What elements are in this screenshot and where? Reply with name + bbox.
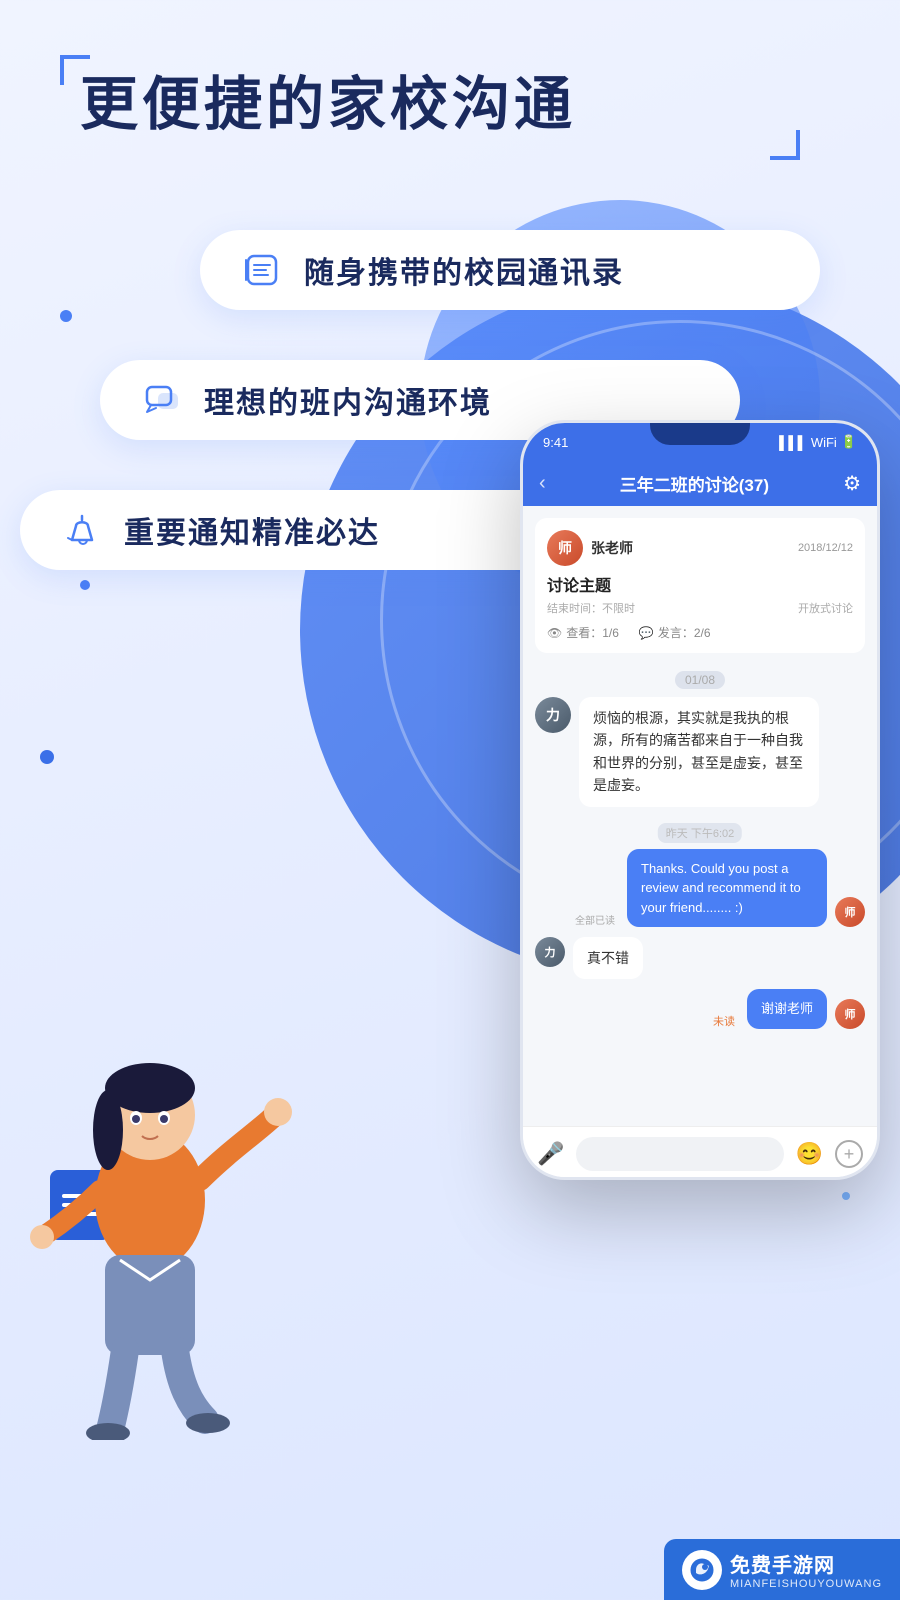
- signal-icon: ▌▌▌: [779, 435, 807, 450]
- contacts-icon: [240, 248, 284, 292]
- chat-content: 师 张老师 2018/12/12 讨论主题 结束时间：不限时 开放式讨论 👁 查…: [523, 506, 877, 1126]
- unread-label: 未读: [713, 1013, 735, 1029]
- teacher-msg-card: 师 张老师 2018/12/12 讨论主题 结束时间：不限时 开放式讨论 👁 查…: [535, 518, 865, 653]
- phone-frame: 9:41 ▌▌▌ WiFi 🔋 ‹ 三年二班的讨论(37) ⚙ 师 张老师 20…: [520, 420, 880, 1180]
- phone-container: 9:41 ▌▌▌ WiFi 🔋 ‹ 三年二班的讨论(37) ⚙ 师 张老师 20…: [520, 420, 880, 1180]
- chat-icon-small: 💬: [639, 626, 654, 640]
- sender-avatar-right-2: 师: [835, 999, 865, 1029]
- battery-icon: 🔋: [841, 434, 857, 450]
- discussion-type: 开放式讨论: [798, 600, 853, 616]
- ali-left-msg: 力 烦恼的根源，其实就是我执的根源，所有的痛苦都来自于一种自我和世界的分别，甚至…: [535, 697, 865, 807]
- person-illustration: [0, 1040, 300, 1440]
- watermark: 免费手游网 MIANFEISHOUYOUWANG: [664, 1539, 900, 1600]
- feature-notice-text: 重要通知精准必达: [124, 508, 380, 552]
- chat-title: 三年二班的讨论(37): [620, 471, 769, 496]
- feature-pill-contacts: 随身携带的校园通讯录: [200, 230, 820, 310]
- chat-input-field[interactable]: [576, 1137, 783, 1171]
- msg-date: 2018/12/12: [798, 542, 853, 554]
- ali-avatar: 力: [535, 697, 571, 733]
- send-stat: 💬 发言：2/6: [639, 624, 711, 641]
- dot-1: [60, 310, 72, 322]
- back-arrow-icon[interactable]: ‹: [539, 472, 546, 495]
- right-unread-msg: 未读 谢谢老师 师: [535, 989, 865, 1029]
- msg-stats: 👁 查看：1/6 💬 发言：2/6: [547, 624, 853, 641]
- wifi-icon: WiFi: [811, 435, 837, 450]
- msg-header: 师 张老师 2018/12/12: [547, 530, 853, 566]
- title-bracket-br: [770, 130, 800, 160]
- read-status: 全部已读: [575, 912, 615, 927]
- teacher-name: 张老师: [591, 538, 633, 558]
- main-title: 更便捷的家校沟通: [80, 70, 576, 140]
- unread-bubble: 谢谢老师: [747, 989, 827, 1029]
- chat-icon: [140, 378, 184, 422]
- dot-6: [842, 1192, 850, 1200]
- phone-notch: [650, 423, 750, 445]
- right-msg-english: 全部已读 Thanks. Could you post a review and…: [535, 849, 865, 928]
- watermark-logo: [682, 1550, 722, 1590]
- eye-icon: 👁: [547, 626, 562, 640]
- dot-4: [40, 750, 54, 764]
- view-stat: 👁 查看：1/6: [547, 624, 619, 641]
- ali-short-msg: 力 真不错: [535, 937, 865, 979]
- ali-avatar-2: 力: [535, 937, 565, 967]
- status-time: 9:41: [543, 435, 568, 450]
- msg-meta: 结束时间：不限时 开放式讨论: [547, 600, 853, 616]
- notice-icon: [60, 508, 104, 552]
- chat-header: ‹ 三年二班的讨论(37) ⚙: [523, 461, 877, 506]
- watermark-main-text: 免费手游网: [730, 1549, 882, 1578]
- msg-topic: 讨论主题: [547, 572, 853, 596]
- feature-class-text: 理想的班内沟通环境: [204, 378, 492, 422]
- watermark-sub-text: MIANFEISHOUYOUWANG: [730, 1578, 882, 1590]
- emoji-icon[interactable]: 😊: [796, 1141, 823, 1167]
- voice-icon[interactable]: 🎤: [537, 1141, 564, 1167]
- time-divider: 昨天 下午6:02: [658, 823, 742, 843]
- right-bubble: Thanks. Could you post a review and reco…: [627, 849, 827, 928]
- plus-icon[interactable]: +: [835, 1140, 863, 1168]
- date-divider: 01/08: [675, 671, 725, 689]
- gear-icon[interactable]: ⚙: [843, 471, 861, 496]
- dot-3: [80, 580, 90, 590]
- view-count: 查看：1/6: [566, 624, 619, 641]
- ali-short-bubble: 真不错: [573, 937, 643, 979]
- ali-msg-bubble: 烦恼的根源，其实就是我执的根源，所有的痛苦都来自于一种自我和世界的分别，甚至是虚…: [579, 697, 819, 807]
- feature-contacts-text: 随身携带的校园通讯录: [304, 248, 624, 292]
- end-time: 结束时间：不限时: [547, 600, 635, 616]
- watermark-text-container: 免费手游网 MIANFEISHOUYOUWANG: [730, 1549, 882, 1590]
- send-count: 发言：2/6: [658, 624, 711, 641]
- sender-avatar-right: 师: [835, 897, 865, 927]
- teacher-avatar: 师: [547, 530, 583, 566]
- chat-input-bar: 🎤 😊 +: [523, 1126, 877, 1180]
